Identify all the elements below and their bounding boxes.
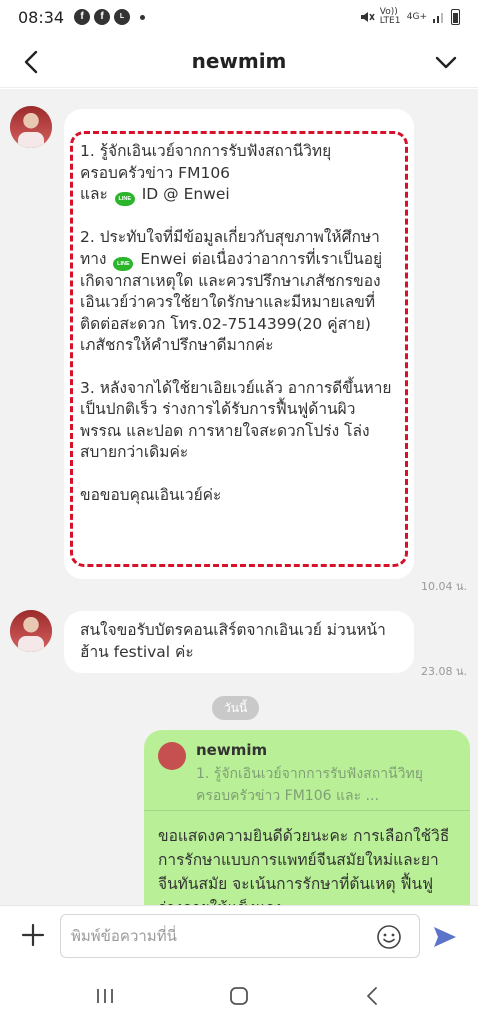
signal-icon	[433, 13, 443, 23]
message-text: สนใจขอรับบัตรคอนเสิร์ตจากเอินเวย์ ม่วนหน…	[80, 621, 386, 661]
chat-area[interactable]: 1. รู้จักเอินเวย์จากการรับฟังสถานีวิทยุค…	[0, 89, 478, 905]
message-timestamp: 23.08 น.	[421, 665, 468, 678]
page-title: newmim	[191, 49, 287, 73]
reply-quote[interactable]: newmim 1. รู้จักเอินเวย์จากการรับฟังสถาน…	[144, 730, 470, 810]
system-icons: Vo)) LTE1 4G+	[359, 8, 460, 26]
mute-icon	[360, 12, 375, 22]
status-bar: 08:34 f f L Vo)) LTE1 4G+	[0, 0, 478, 36]
network-label: Vo)) LTE1	[379, 7, 401, 26]
dot-icon	[140, 14, 145, 20]
send-button[interactable]	[432, 924, 458, 950]
message-bubble[interactable]: สนใจขอรับบัตรคอนเสิร์ตจากเอินเวย์ ม่วนหน…	[64, 611, 414, 673]
date-divider: วันนี้	[212, 696, 260, 720]
quoted-message-snippet: 1. รู้จักเอินเวย์จากการรับฟังสถานีวิทยุค…	[196, 766, 423, 804]
message-timestamp: 10.04 น.	[421, 580, 468, 593]
facebook-icon: f	[74, 9, 90, 25]
emoji-icon[interactable]	[376, 924, 402, 950]
divider	[144, 810, 470, 811]
recent-apps-button[interactable]	[92, 983, 118, 1009]
quoted-sender-name: newmim	[196, 741, 268, 759]
add-attachment-button[interactable]	[20, 922, 46, 948]
avatar[interactable]	[10, 106, 52, 148]
network-type: 4G+	[406, 12, 427, 22]
home-button[interactable]	[226, 983, 252, 1009]
message-text: ขอแสดงความยินดีด้วยนะคะ การเลือกใช้วิธีก…	[158, 827, 450, 905]
battery-icon	[451, 9, 460, 25]
back-nav-button[interactable]	[360, 983, 386, 1009]
highlight-frame	[70, 131, 408, 567]
outgoing-message-bubble[interactable]: newmim 1. รู้จักเอินเวย์จากการรับฟังสถาน…	[144, 730, 470, 905]
notification-icons: f f L	[74, 9, 145, 25]
message-input[interactable]	[60, 914, 420, 958]
avatar	[158, 742, 186, 770]
avatar[interactable]	[10, 610, 52, 652]
line-icon: L	[114, 9, 130, 25]
chat-header: newmim	[0, 36, 478, 88]
system-navigation-bar	[0, 967, 478, 1024]
facebook-icon: f	[94, 9, 110, 25]
chevron-down-icon[interactable]	[432, 48, 460, 76]
message-input-bar	[0, 905, 478, 967]
status-time: 08:34	[18, 8, 65, 27]
